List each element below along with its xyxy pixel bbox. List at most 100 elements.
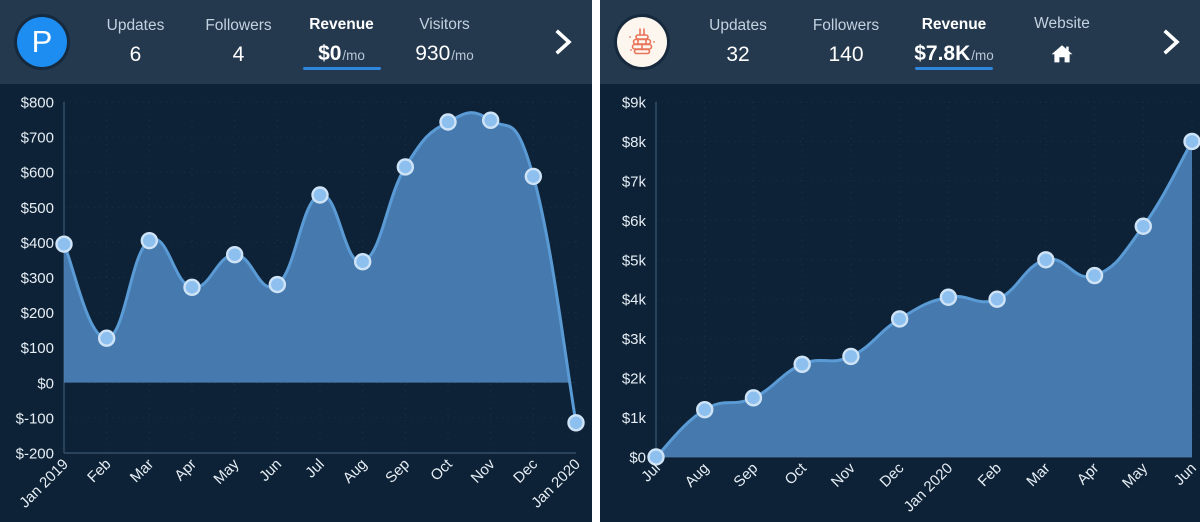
avatar-letter-p[interactable]: P [17, 17, 67, 67]
svg-text:$400: $400 [21, 235, 54, 252]
svg-text:Aug: Aug [682, 460, 713, 491]
svg-text:Sep: Sep [382, 456, 413, 487]
tab-visitors[interactable]: Visitors 930/mo [393, 0, 496, 84]
svg-text:Oct: Oct [427, 455, 456, 484]
tab-value: 140 [828, 43, 863, 67]
avatar-letter: P [31, 23, 53, 59]
svg-text:$300: $300 [21, 270, 54, 287]
svg-text:$2k: $2k [622, 371, 647, 388]
svg-text:$-100: $-100 [16, 410, 54, 427]
tab-value: $0/mo [318, 42, 365, 68]
svg-text:May: May [210, 455, 242, 487]
svg-text:Jun: Jun [256, 456, 285, 485]
svg-text:Dec: Dec [510, 455, 541, 486]
svg-text:Sep: Sep [730, 460, 761, 491]
svg-text:Apr: Apr [171, 456, 200, 485]
tab-followers[interactable]: Followers 4 [187, 0, 290, 84]
svg-text:$6k: $6k [622, 213, 647, 230]
panel-divider [592, 0, 600, 522]
tab-value: 32 [726, 43, 749, 67]
svg-text:$0: $0 [37, 375, 54, 392]
svg-text:Jan 2020: Jan 2020 [901, 460, 957, 516]
tab-value-number: 6 [129, 43, 142, 66]
tab-label: Followers [812, 17, 880, 34]
svg-text:Dec: Dec [877, 459, 908, 490]
svg-text:Apr: Apr [1074, 460, 1103, 489]
svg-text:$4k: $4k [622, 292, 647, 309]
panel-right-header: Updates 32 Followers 140 Revenue $7.8K/mo Webs… [600, 0, 1200, 84]
tab-followers[interactable]: Followers 140 [792, 0, 900, 84]
panel-left-tabs: Updates 6 Followers 4 Revenue $0/mo Visitors 93… [84, 0, 536, 84]
tab-label: Visitors [419, 16, 470, 33]
panel-right: Updates 32 Followers 140 Revenue $7.8K/mo Webs… [600, 0, 1200, 522]
active-tab-underline [302, 66, 381, 70]
svg-text:Feb: Feb [84, 456, 114, 486]
svg-text:$500: $500 [21, 200, 54, 217]
active-tab-underline [915, 66, 993, 70]
tab-label: Revenue [921, 16, 987, 33]
panel-right-tabs: Updates 32 Followers 140 Revenue $7.8K/mo Webs… [684, 0, 1144, 84]
tab-label: Revenue [309, 16, 374, 33]
revenue-chart-right[interactable]: $9k $8k $7k $6k $5k $4k $3k $2k $1k $0 Jul Aug Sep Oc… [600, 84, 1200, 522]
tab-website[interactable]: Website [1008, 0, 1116, 84]
tab-value-number: 32 [726, 43, 750, 66]
svg-text:$800: $800 [21, 95, 54, 112]
dashboard-root: P Updates 6 Followers 4 Revenue $0/mo Visitors… [0, 0, 1200, 522]
tab-value-number: 140 [828, 43, 864, 66]
svg-text:$700: $700 [21, 130, 54, 147]
tab-value: 6 [130, 43, 142, 67]
panel-left-logo-wrap: P [0, 17, 84, 67]
tab-revenue[interactable]: Revenue $7.8K/mo [900, 0, 1008, 84]
svg-text:May: May [1119, 459, 1151, 491]
svg-text:Mar: Mar [1023, 460, 1053, 490]
svg-text:$5k: $5k [622, 252, 647, 269]
tab-value-number: 4 [232, 43, 245, 66]
svg-text:Jan 2019: Jan 2019 [16, 456, 72, 512]
chevron-right-icon [554, 27, 574, 57]
svg-text:Jun: Jun [1171, 460, 1200, 489]
svg-text:Nov: Nov [828, 459, 859, 490]
revenue-chart-left[interactable]: $800 $700 $600 $500 $400 $300 $200 $100 $0 $-100 $… [0, 84, 592, 522]
tab-label: Followers [205, 17, 272, 34]
svg-text:Oct: Oct [782, 459, 811, 488]
tab-label: Updates [709, 17, 767, 34]
svg-text:$600: $600 [21, 165, 54, 182]
next-panel-button-right[interactable] [1144, 0, 1200, 84]
svg-text:$1k: $1k [622, 410, 647, 427]
tab-value-suffix: /mo [451, 48, 474, 63]
tab-value: 930/mo [415, 42, 474, 68]
svg-text:Aug: Aug [340, 456, 371, 487]
tab-value-suffix: /mo [342, 48, 365, 63]
svg-text:$0: $0 [629, 450, 646, 467]
svg-text:$3k: $3k [622, 331, 647, 348]
svg-text:$100: $100 [21, 340, 54, 357]
chevron-right-icon [1162, 27, 1182, 57]
avatar-hive[interactable] [617, 17, 667, 67]
tab-label: Updates [106, 17, 165, 34]
tab-value-number: $7.8K [914, 42, 971, 65]
svg-text:$7k: $7k [622, 173, 647, 190]
svg-text:Feb: Feb [975, 460, 1005, 490]
svg-text:Jul: Jul [302, 456, 328, 482]
tab-updates[interactable]: Updates 32 [684, 0, 792, 84]
tab-value: 4 [233, 43, 245, 67]
svg-text:Mar: Mar [127, 456, 157, 486]
svg-text:$9k: $9k [622, 95, 647, 112]
tab-value: $7.8K/mo [914, 42, 994, 68]
svg-text:$200: $200 [21, 305, 54, 322]
panel-left: P Updates 6 Followers 4 Revenue $0/mo Visitors… [0, 0, 592, 522]
beehive-icon [625, 25, 659, 59]
tab-value-suffix: /mo [971, 48, 994, 63]
next-panel-button-left[interactable] [536, 0, 592, 84]
tab-value-number: $0 [318, 42, 342, 65]
tab-revenue[interactable]: Revenue $0/mo [290, 0, 393, 84]
home-icon[interactable] [1050, 43, 1074, 70]
svg-text:$8k: $8k [622, 134, 647, 151]
panel-right-logo-wrap [600, 17, 684, 67]
panel-left-header: P Updates 6 Followers 4 Revenue $0/mo Visitors… [0, 0, 592, 84]
tab-label: Website [1034, 14, 1090, 32]
svg-text:$-200: $-200 [16, 446, 54, 463]
tab-updates[interactable]: Updates 6 [84, 0, 187, 84]
tab-value-number: 930 [415, 42, 451, 65]
svg-text:Nov: Nov [468, 455, 499, 486]
